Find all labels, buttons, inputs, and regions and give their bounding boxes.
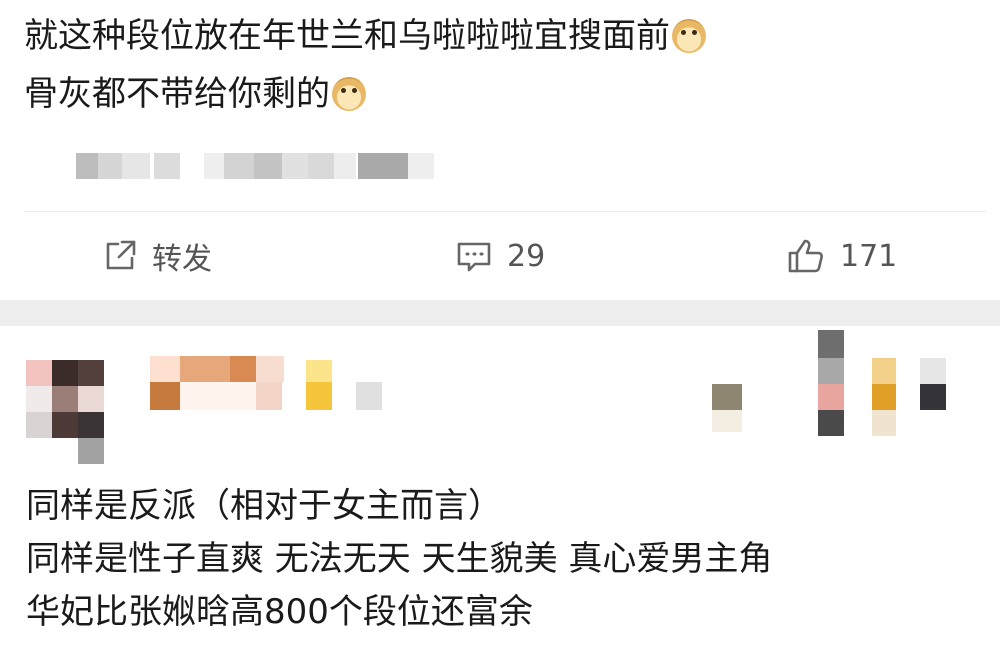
- obscured-username[interactable]: [150, 356, 390, 410]
- avatar[interactable]: [26, 360, 104, 464]
- action-divider: [24, 211, 986, 212]
- like-icon: [786, 237, 826, 275]
- repost-label: 转发: [152, 242, 212, 277]
- comment-text-line-3: 华妃比张娰晗高800个段位还富余: [26, 592, 533, 632]
- comment-text-line-2: 同样是性子直爽 无法无天 天生貌美 真心爱男主角: [26, 539, 773, 579]
- like-button[interactable]: 171: [786, 233, 897, 279]
- doge-emoji-icon: [332, 77, 366, 111]
- repost-button[interactable]: 转发: [102, 233, 212, 279]
- post-text-line-2: 骨灰都不带给你剩的: [24, 70, 366, 118]
- comment-count: 29: [507, 238, 546, 274]
- comment-icon: [455, 238, 493, 274]
- comment-text-line-1: 同样是反派（相对于女主而言）: [26, 486, 502, 526]
- doge-emoji-icon: [672, 19, 706, 53]
- like-count: 171: [840, 238, 898, 274]
- comment-button[interactable]: 29: [455, 233, 545, 279]
- card-separator: [0, 300, 1000, 326]
- obscured-comment-meta: [712, 330, 952, 440]
- obscured-metadata: [20, 153, 440, 179]
- repost-icon: [102, 238, 138, 274]
- post-card: 就这种段位放在年世兰和乌啦啦啦宜搜面前 骨灰都不带给你剩的 转发 29 171: [0, 0, 1000, 300]
- comment-card: 同样是反派（相对于女主而言） 同样是性子直爽 无法无天 天生貌美 真心爱男主角 …: [0, 326, 1000, 658]
- post-text-line-1: 就这种段位放在年世兰和乌啦啦啦宜搜面前: [24, 12, 706, 60]
